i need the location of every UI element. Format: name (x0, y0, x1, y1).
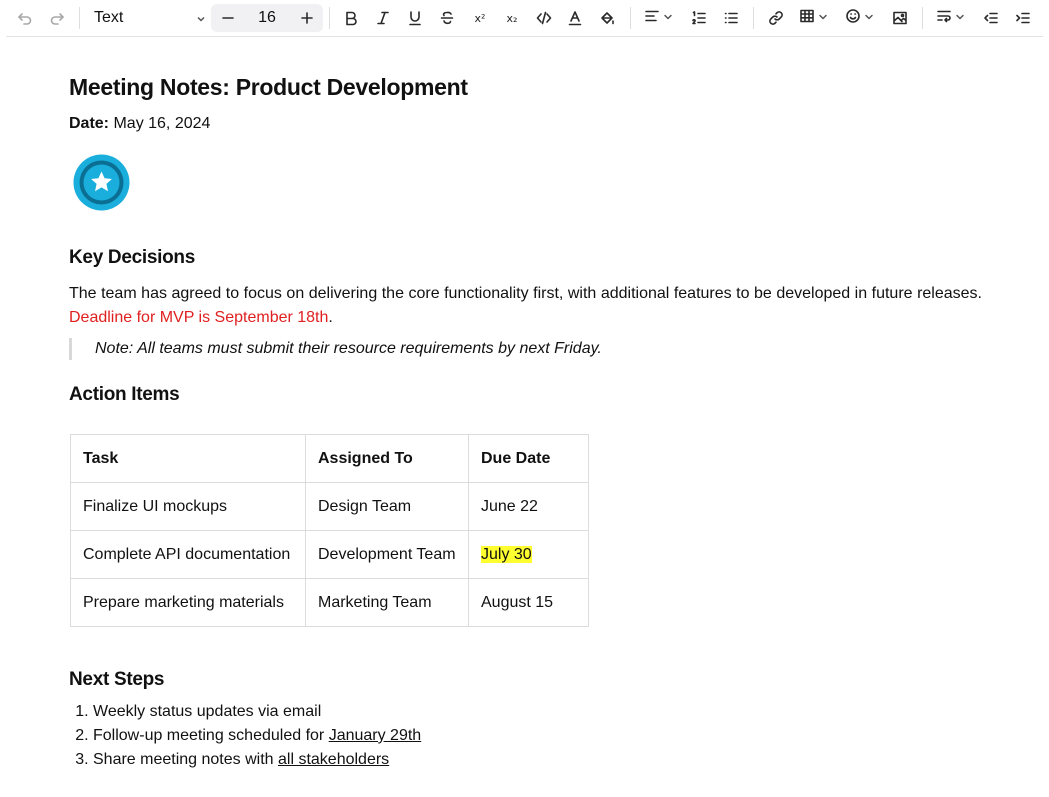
image-icon[interactable] (891, 6, 909, 30)
ordered-list-icon[interactable] (690, 6, 708, 30)
editor-toolbar: Text 16 x² x₂ (0, 0, 1049, 37)
action-items-heading: Action Items (69, 384, 180, 405)
step-text: Weekly status updates via email (93, 703, 322, 720)
align-menu[interactable] (644, 6, 676, 30)
table-cell[interactable]: Complete API documentation (70, 530, 306, 579)
step-text: Share meeting notes with (93, 751, 278, 768)
undo-icon[interactable] (16, 6, 34, 30)
note-blockquote: Note: All teams must submit their resour… (69, 338, 602, 360)
indent-icon[interactable] (1014, 6, 1032, 30)
bullet-list-icon[interactable] (722, 6, 740, 30)
table-cell[interactable]: Prepare marketing materials (70, 578, 306, 627)
list-item: Weekly status updates via email (93, 700, 421, 724)
wrap-icon (936, 8, 952, 29)
emoji-icon (845, 8, 861, 29)
date-value: May 16, 2024 (109, 115, 211, 132)
wrap-menu[interactable] (936, 6, 970, 30)
table-cell[interactable]: August 15 (468, 578, 589, 627)
strikethrough-icon[interactable] (438, 6, 456, 30)
chevron-down-icon (196, 11, 206, 29)
italic-icon[interactable] (374, 6, 392, 30)
font-size-input[interactable]: 16 (246, 9, 288, 27)
toolbar-divider-line (6, 36, 1043, 37)
block-type-select[interactable]: Text (88, 6, 208, 30)
toolbar-divider (630, 7, 631, 29)
chevron-down-icon (663, 9, 673, 27)
highlight-icon[interactable] (598, 6, 616, 30)
table-cell[interactable]: Design Team (305, 482, 469, 531)
decision-end: . (328, 309, 333, 326)
deadline-text: Deadline for MVP is September 18th (69, 309, 329, 326)
table-cell[interactable]: June 22 (468, 482, 589, 531)
star-badge-icon[interactable] (73, 154, 130, 211)
toolbar-divider (753, 7, 754, 29)
table-header-row: Task Assigned To Due Date (70, 434, 589, 483)
decision-paragraph: The team has agreed to focus on deliveri… (69, 282, 982, 330)
action-items-table: Task Assigned To Due Date Finalize UI mo… (70, 434, 589, 627)
header-due-date[interactable]: Due Date (468, 434, 589, 483)
outdent-icon[interactable] (982, 6, 1000, 30)
text-color-icon[interactable] (566, 6, 584, 30)
toolbar-divider (922, 7, 923, 29)
chevron-down-icon (955, 9, 965, 27)
chevron-down-icon (864, 9, 874, 27)
block-type-label: Text (94, 9, 124, 26)
header-task[interactable]: Task (70, 434, 306, 483)
link-icon[interactable] (767, 6, 785, 30)
table-icon (799, 8, 815, 29)
toolbar-divider (329, 7, 330, 29)
list-item: Share meeting notes with all stakeholder… (93, 748, 421, 772)
plus-icon[interactable] (297, 6, 317, 30)
emoji-menu[interactable] (845, 6, 879, 30)
align-left-icon (644, 8, 660, 29)
step-text: Follow-up meeting scheduled for (93, 727, 329, 744)
superscript-icon[interactable]: x² (470, 6, 490, 30)
date-label: Date: (69, 115, 110, 132)
subscript-icon[interactable]: x₂ (502, 6, 522, 30)
table-row: Complete API documentation Development T… (70, 530, 589, 579)
table-row: Finalize UI mockups Design Team June 22 (70, 482, 589, 531)
step-link[interactable]: all stakeholders (278, 751, 389, 768)
underline-icon[interactable] (406, 6, 424, 30)
date-line: Date: May 16, 2024 (69, 115, 210, 133)
redo-icon[interactable] (48, 6, 66, 30)
table-cell-highlighted[interactable]: July 30 (468, 530, 589, 579)
toolbar-divider (79, 7, 80, 29)
table-cell[interactable]: Marketing Team (305, 578, 469, 627)
chevron-down-icon (818, 9, 828, 27)
bold-icon[interactable] (342, 6, 360, 30)
next-steps-heading: Next Steps (69, 669, 165, 690)
header-assigned-to[interactable]: Assigned To (305, 434, 469, 483)
table-cell[interactable]: Finalize UI mockups (70, 482, 306, 531)
code-icon[interactable] (535, 6, 553, 30)
note-text: Note: All teams must submit their resour… (95, 340, 602, 357)
next-steps-list: Weekly status updates via email Follow-u… (93, 700, 421, 772)
list-item: Follow-up meeting scheduled for January … (93, 724, 421, 748)
step-link[interactable]: January 29th (329, 727, 422, 744)
minus-icon[interactable] (218, 6, 238, 30)
highlighted-date: July 30 (481, 545, 532, 563)
key-decisions-heading: Key Decisions (69, 247, 195, 268)
table-menu[interactable] (799, 6, 833, 30)
decision-text: The team has agreed to focus on deliveri… (69, 285, 982, 302)
table-row: Prepare marketing materials Marketing Te… (70, 578, 589, 627)
page-title: Meeting Notes: Product Development (69, 74, 468, 100)
table-cell[interactable]: Development Team (305, 530, 469, 579)
